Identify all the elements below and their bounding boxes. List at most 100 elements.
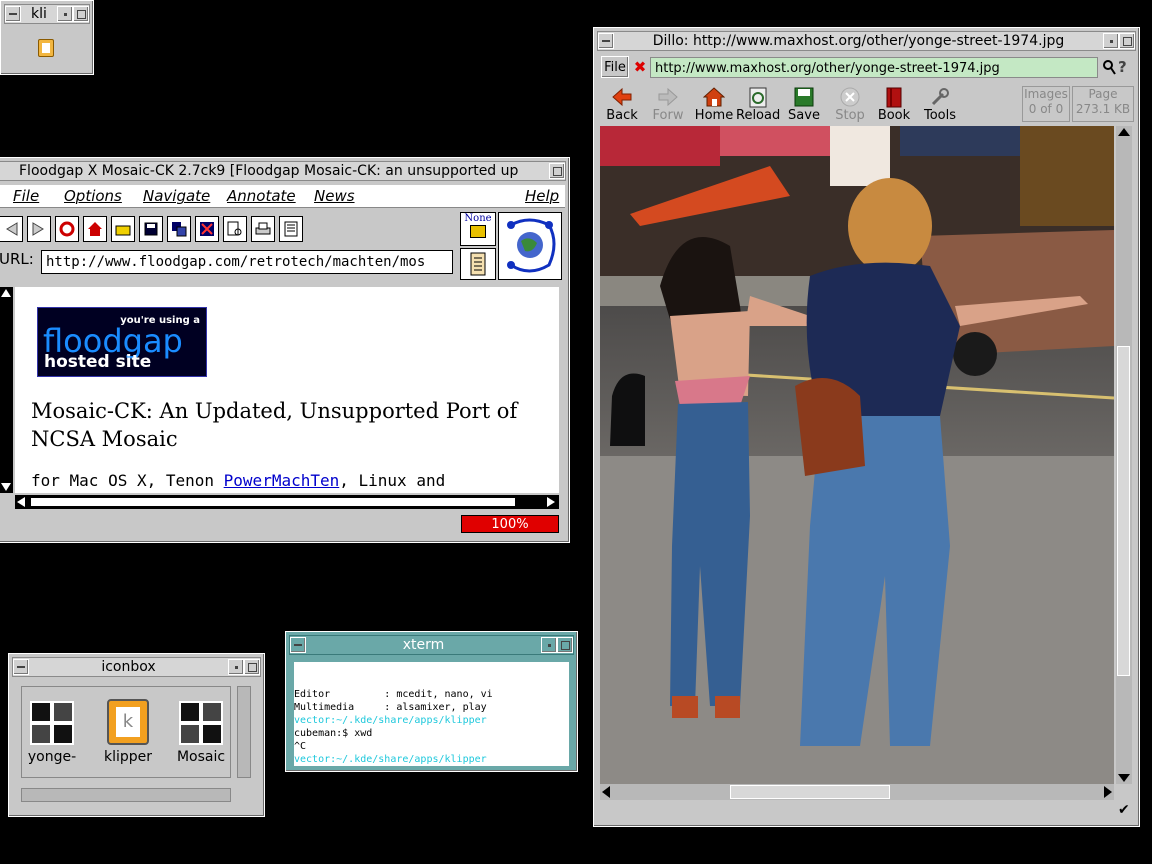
scroll-right-icon[interactable] bbox=[1104, 786, 1112, 798]
search-icon[interactable] bbox=[1102, 58, 1116, 76]
reload-button[interactable]: Reload bbox=[736, 84, 780, 123]
dillo-horizontal-scrollbar[interactable] bbox=[600, 784, 1114, 800]
reload-icon[interactable] bbox=[55, 216, 79, 242]
open-icon[interactable] bbox=[111, 216, 135, 242]
stop-label: Stop bbox=[835, 108, 865, 123]
menu-options[interactable]: Options bbox=[64, 187, 122, 205]
dillo-url-input[interactable]: http://www.maxhost.org/other/yonge-stree… bbox=[650, 57, 1098, 78]
iconbox-area: yonge- k klipper Mosaic bbox=[21, 686, 231, 778]
xterm-title: xterm bbox=[402, 637, 445, 653]
klipper-clipboard-icon[interactable] bbox=[38, 39, 54, 57]
window-menu-button[interactable] bbox=[290, 637, 306, 653]
page-heading: Mosaic-CK: An Updated, Unsupported Port … bbox=[31, 399, 518, 451]
dillo-window-title: Dillo: http://www.maxhost.org/other/yong… bbox=[652, 33, 1065, 49]
minimize-button[interactable] bbox=[228, 659, 244, 675]
annotation-icon[interactable] bbox=[460, 248, 496, 280]
window-menu-button[interactable] bbox=[13, 659, 29, 675]
home-icon[interactable] bbox=[83, 216, 107, 242]
window-icon bbox=[30, 701, 74, 745]
clear-url-icon[interactable]: ✖ bbox=[632, 58, 648, 76]
forward-button[interactable]: Forw bbox=[646, 84, 690, 123]
floodgap-logo[interactable]: you're using a floodgap hosted site bbox=[37, 307, 207, 377]
iconbox-item-label: Mosaic bbox=[176, 749, 226, 765]
window-menu-button[interactable] bbox=[5, 6, 21, 22]
tools-icon bbox=[929, 86, 951, 108]
maximize-button[interactable] bbox=[557, 637, 573, 653]
menu-help[interactable]: Help bbox=[525, 187, 559, 205]
dillo-vertical-scrollbar[interactable] bbox=[1116, 126, 1132, 784]
iconbox-item-mosaic[interactable]: Mosaic bbox=[174, 695, 228, 771]
menu-news[interactable]: News bbox=[314, 187, 355, 205]
file-menu-button[interactable]: File bbox=[601, 56, 629, 78]
horizontal-scrollbar[interactable] bbox=[15, 495, 559, 509]
scroll-down-icon[interactable] bbox=[1, 483, 11, 491]
security-label: None bbox=[464, 213, 492, 224]
save-button[interactable]: Save bbox=[782, 84, 826, 123]
back-button[interactable]: Back bbox=[600, 84, 644, 123]
scroll-right-icon[interactable] bbox=[547, 497, 555, 507]
status-check-icon: ✔ bbox=[1118, 802, 1130, 818]
maximize-button[interactable] bbox=[73, 6, 89, 22]
home-button[interactable]: Home bbox=[692, 84, 736, 123]
maximize-button[interactable] bbox=[1119, 33, 1135, 49]
minimize-button[interactable] bbox=[57, 6, 73, 22]
scroll-thumb[interactable] bbox=[1117, 346, 1130, 676]
logo-subtitle: hosted site bbox=[44, 352, 152, 372]
forward-label: Forw bbox=[652, 108, 684, 123]
bookmarks-button[interactable]: Book bbox=[872, 84, 916, 123]
document-icon[interactable] bbox=[279, 216, 303, 242]
menu-file[interactable]: File bbox=[13, 187, 39, 205]
terminal-line: vector:~/.kde/share/apps/klipper bbox=[294, 754, 487, 765]
scroll-thumb[interactable] bbox=[31, 498, 515, 506]
print-icon[interactable] bbox=[251, 216, 275, 242]
images-value: 0 of 0 bbox=[1028, 102, 1064, 116]
scroll-up-icon[interactable] bbox=[1, 289, 11, 297]
minimize-button[interactable] bbox=[541, 637, 557, 653]
iconbox-item-klipper[interactable]: k klipper bbox=[102, 695, 154, 771]
tools-button[interactable]: Tools bbox=[918, 84, 962, 123]
scroll-left-icon[interactable] bbox=[602, 786, 610, 798]
forward-icon[interactable] bbox=[27, 216, 51, 242]
security-lock[interactable]: None bbox=[460, 212, 496, 246]
scroll-up-icon[interactable] bbox=[1118, 128, 1130, 136]
save-icon[interactable] bbox=[139, 216, 163, 242]
stop-button[interactable]: Stop bbox=[828, 84, 872, 123]
back-label: Back bbox=[606, 108, 638, 123]
body-text-suffix: , Linux and bbox=[339, 471, 446, 490]
iconbox-item-label: klipper bbox=[103, 749, 153, 765]
page-content: you're using a floodgap hosted site Mosa… bbox=[15, 287, 559, 493]
reload-icon bbox=[747, 86, 769, 108]
menu-navigate[interactable]: Navigate bbox=[143, 187, 210, 205]
scroll-left-icon[interactable] bbox=[17, 497, 25, 507]
kli-window: kli bbox=[0, 0, 94, 75]
iconbox-item-yonge[interactable]: yonge- bbox=[26, 695, 78, 771]
terminal-output[interactable]: Editor : mcedit, nano, vi Multimedia : al… bbox=[294, 662, 569, 766]
help-icon[interactable]: ? bbox=[1118, 58, 1132, 76]
page-label: Page bbox=[1088, 87, 1118, 101]
back-arrow-icon bbox=[611, 86, 633, 108]
iconbox-horizontal-scrollbar[interactable] bbox=[21, 788, 231, 802]
find-icon[interactable] bbox=[223, 216, 247, 242]
images-status: Images 0 of 0 bbox=[1022, 86, 1070, 122]
klipper-icon: k bbox=[107, 699, 149, 745]
powermachten-link[interactable]: PowerMachTen bbox=[224, 471, 340, 490]
iconbox-vertical-scrollbar[interactable] bbox=[237, 686, 251, 778]
vertical-scrollbar[interactable] bbox=[0, 287, 13, 493]
minimize-button[interactable] bbox=[1103, 33, 1119, 49]
window-menu-button[interactable] bbox=[598, 33, 614, 49]
close-window-icon[interactable] bbox=[195, 216, 219, 242]
scroll-thumb[interactable] bbox=[730, 785, 890, 799]
save-icon bbox=[793, 86, 815, 108]
mosaic-globe-logo[interactable] bbox=[498, 212, 562, 280]
maximize-button[interactable] bbox=[549, 163, 565, 179]
terminal-line: vector:~/.kde/share/apps/klipper bbox=[294, 715, 487, 726]
menu-annotate[interactable]: Annotate bbox=[227, 187, 296, 205]
url-input[interactable]: http://www.floodgap.com/retrotech/machte… bbox=[41, 250, 453, 274]
clone-window-icon[interactable] bbox=[167, 216, 191, 242]
scroll-down-icon[interactable] bbox=[1118, 774, 1130, 782]
stop-icon bbox=[839, 86, 861, 108]
maximize-button[interactable] bbox=[244, 659, 260, 675]
back-icon[interactable] bbox=[0, 216, 23, 242]
iconbox-item-label: yonge- bbox=[27, 749, 77, 765]
progress-indicator: 100% bbox=[461, 515, 559, 533]
